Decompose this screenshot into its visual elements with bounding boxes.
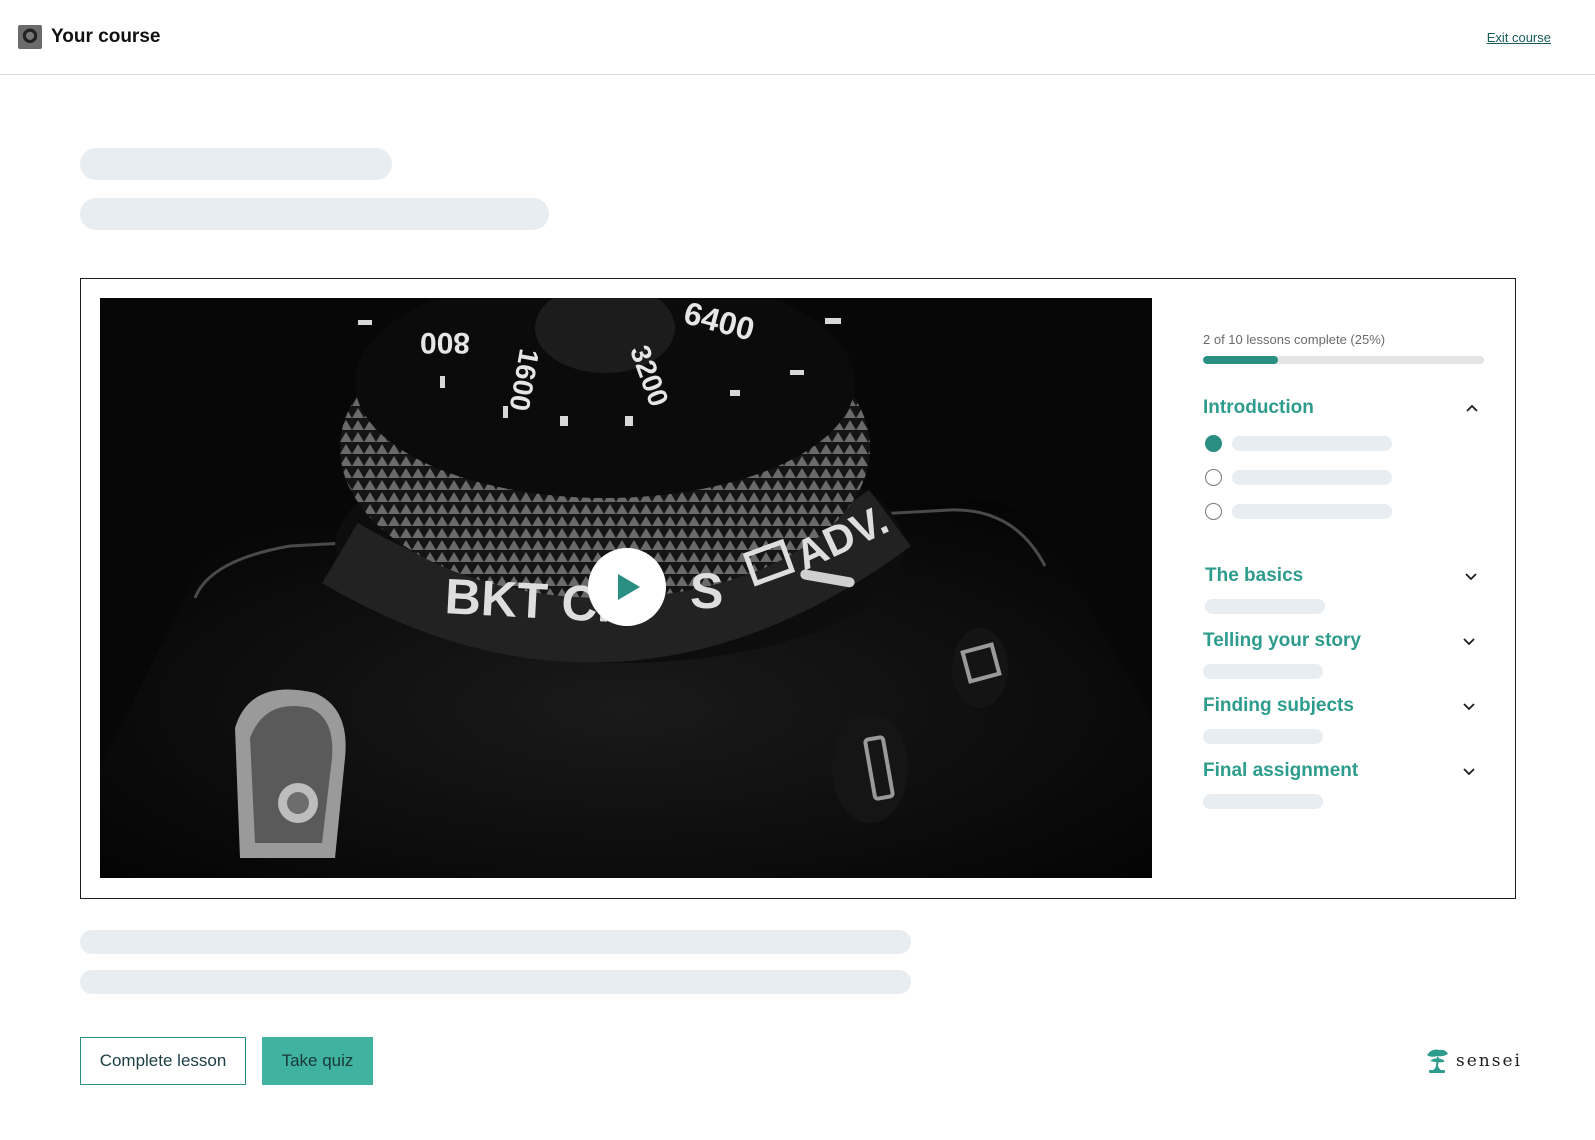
svg-text:800: 800 [420, 326, 470, 359]
lesson-status-icon [1205, 503, 1222, 520]
chevron-up-icon[interactable] [1465, 403, 1479, 413]
module-title[interactable]: Introduction [1203, 397, 1314, 419]
progress-bar [1203, 356, 1484, 364]
body-text-placeholder [80, 970, 911, 994]
body-text-placeholder [80, 930, 911, 954]
top-bar: Your course Exit course [0, 0, 1595, 75]
progress-bar-fill [1203, 356, 1278, 364]
chevron-down-icon[interactable] [1462, 766, 1476, 776]
course-navigation: 2 of 10 lessons complete (25%) Introduct… [1203, 279, 1493, 898]
exit-course-link[interactable]: Exit course [1487, 30, 1551, 45]
chevron-down-icon[interactable] [1464, 571, 1478, 581]
bonsai-tree-icon [1427, 1049, 1448, 1073]
lesson-item[interactable] [1205, 469, 1405, 489]
lesson-panel: 800 1600 3200 6400 BKT CH S ADV. 2 of 10… [80, 278, 1516, 899]
module-title[interactable]: Telling your story [1203, 630, 1361, 652]
subtitle-placeholder [80, 198, 549, 230]
module-title[interactable]: Finding subjects [1203, 695, 1354, 717]
lesson-title-placeholder [1232, 504, 1392, 519]
lesson-status-icon [1205, 469, 1222, 486]
course-title: Your course [51, 26, 161, 47]
module-title[interactable]: The basics [1205, 565, 1303, 587]
lesson-item[interactable] [1205, 435, 1405, 455]
lesson-title-placeholder [1232, 436, 1392, 451]
title-placeholder [80, 148, 392, 180]
play-icon [618, 574, 640, 600]
module-meta-placeholder [1203, 729, 1323, 744]
module-the-basics: The basics [1203, 565, 1488, 615]
module-title[interactable]: Final assignment [1203, 760, 1358, 782]
video-player[interactable]: 800 1600 3200 6400 BKT CH S ADV. [100, 298, 1152, 878]
module-meta-placeholder [1203, 664, 1323, 679]
lesson-status-icon [1205, 435, 1222, 452]
module-meta-placeholder [1203, 794, 1323, 809]
course-thumbnail [18, 25, 42, 49]
module-meta-placeholder [1205, 599, 1325, 614]
progress-text: 2 of 10 lessons complete (25%) [1203, 332, 1386, 347]
module-final-assignment: Final assignment [1203, 760, 1488, 810]
brand-name: sensei [1456, 1051, 1522, 1071]
svg-text:S: S [690, 563, 723, 619]
lesson-title-placeholder [1232, 470, 1392, 485]
module-telling-your-story: Telling your story [1203, 630, 1488, 680]
complete-lesson-button[interactable]: Complete lesson [80, 1037, 246, 1085]
lesson-item[interactable] [1205, 503, 1405, 523]
module-introduction: Introduction [1203, 397, 1488, 527]
chevron-down-icon[interactable] [1462, 701, 1476, 711]
take-quiz-button[interactable]: Take quiz [262, 1037, 373, 1085]
play-button[interactable] [588, 548, 666, 626]
module-finding-subjects: Finding subjects [1203, 695, 1488, 745]
sensei-logo: sensei [1424, 1046, 1534, 1076]
chevron-down-icon[interactable] [1462, 636, 1476, 646]
